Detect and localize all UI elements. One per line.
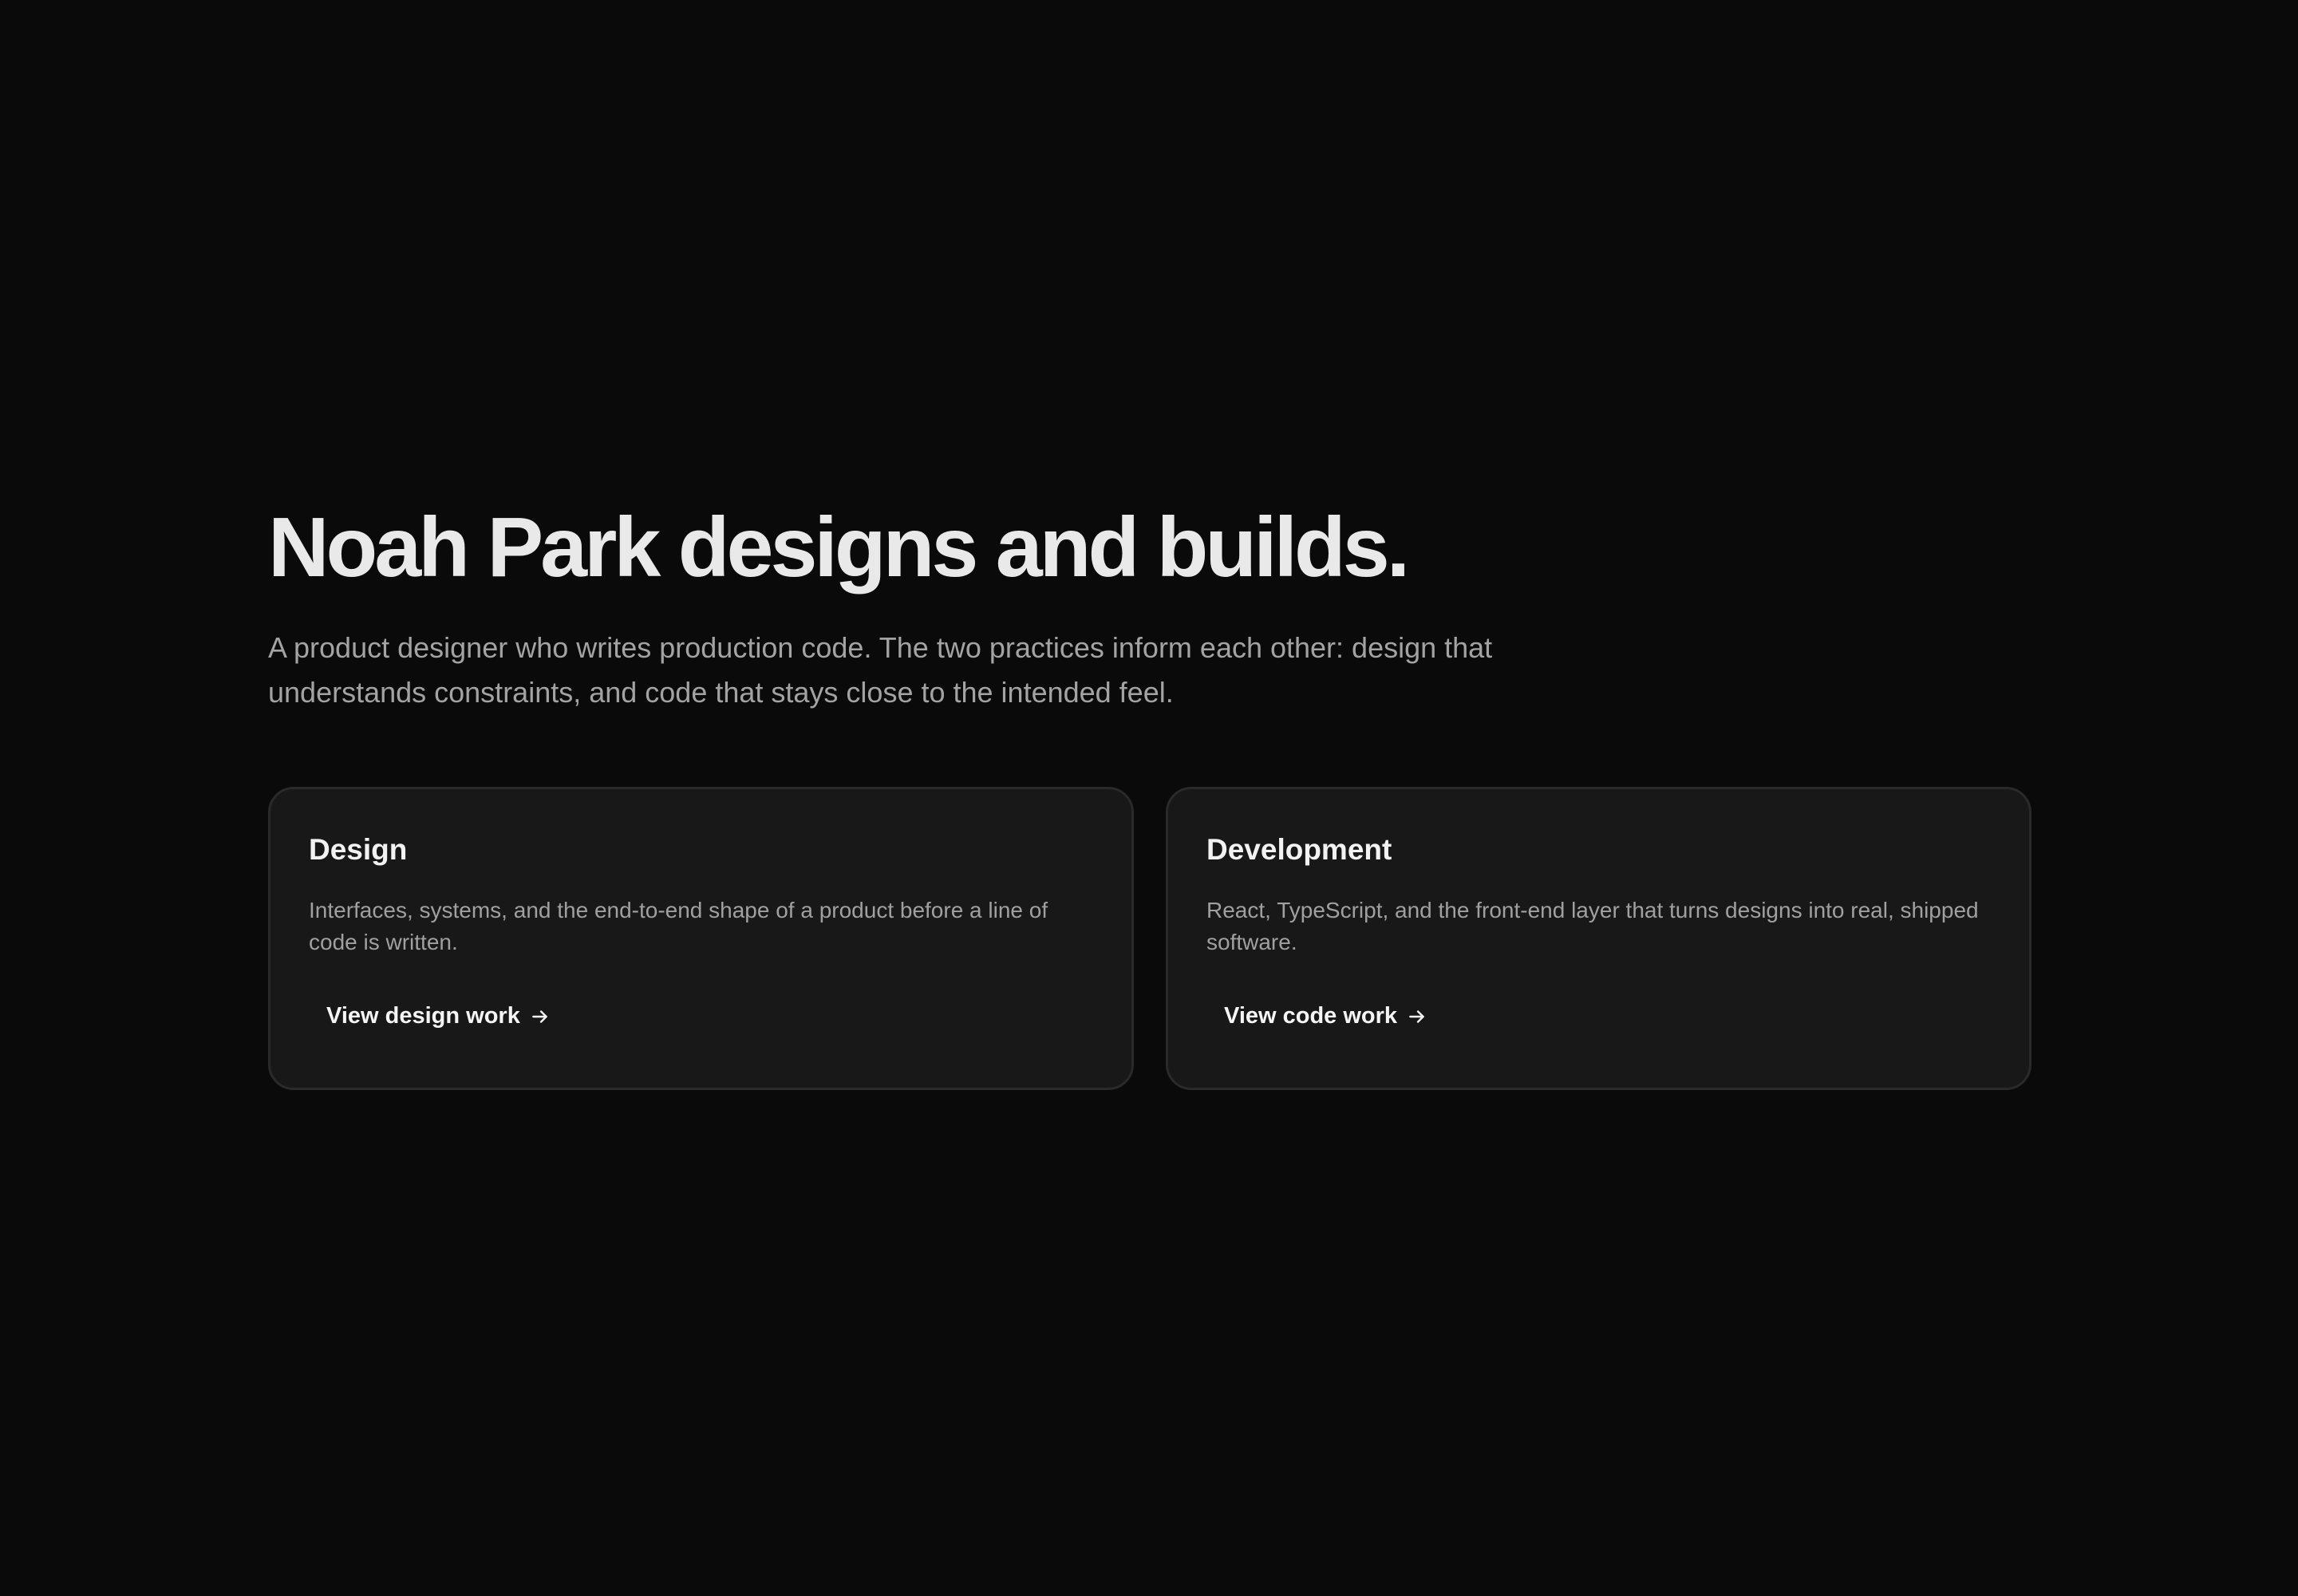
development-card-title: Development bbox=[1206, 833, 1392, 866]
arrow-right-icon bbox=[530, 1006, 551, 1027]
arrow-right-icon bbox=[1407, 1006, 1427, 1027]
page-title: Noah Park designs and builds. bbox=[268, 500, 1410, 595]
hero-section: Noah Park designs and builds. A product … bbox=[268, 501, 2031, 715]
hero-subtitle: A product designer who writes production… bbox=[268, 631, 1493, 709]
development-card-description: React, TypeScript, and the front-end lay… bbox=[1206, 898, 1979, 954]
view-design-work-label: View design work bbox=[326, 1003, 520, 1029]
view-code-work-label: View code work bbox=[1224, 1003, 1398, 1029]
design-card-description: Interfaces, systems, and the end-to-end … bbox=[309, 898, 1048, 954]
cards-row: Design Interfaces, systems, and the end-… bbox=[268, 787, 2031, 1090]
development-card: Development React, TypeScript, and the f… bbox=[1166, 787, 2031, 1090]
design-card-title: Design bbox=[309, 833, 408, 866]
design-card: Design Interfaces, systems, and the end-… bbox=[268, 787, 1134, 1090]
view-code-work-link[interactable]: View code work bbox=[1206, 994, 1445, 1039]
view-design-work-link[interactable]: View design work bbox=[309, 994, 568, 1039]
